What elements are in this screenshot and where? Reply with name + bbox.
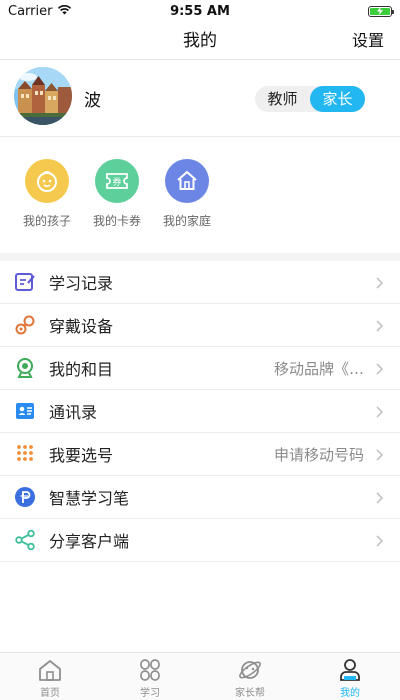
- child-face-icon: [25, 159, 69, 203]
- carrier-label: Carrier: [8, 3, 53, 19]
- dial-pad-icon: [14, 443, 36, 465]
- status-bar: Carrier 9:55 AM: [0, 0, 400, 22]
- chevron-right-icon: [372, 361, 386, 375]
- edit-note-icon: [14, 271, 36, 293]
- menu-item-share-app[interactable]: 分享客户端: [0, 519, 400, 562]
- role-switch[interactable]: 教师 家长: [255, 86, 365, 112]
- tab-label: 首页: [40, 688, 60, 699]
- page-title: 我的: [183, 31, 217, 51]
- smart-pen-icon: [14, 486, 36, 508]
- my-children-button[interactable]: 我的孩子: [12, 159, 82, 229]
- role-parent-option[interactable]: 家长: [310, 86, 365, 112]
- tab-home[interactable]: 首页: [0, 653, 100, 700]
- menu-label: 我要选号: [49, 446, 114, 465]
- wearable-device-icon: [14, 314, 36, 336]
- menu-label: 智慧学习笔: [49, 489, 130, 508]
- wifi-icon: [57, 4, 72, 19]
- avatar[interactable]: [14, 67, 72, 125]
- carrier-group: Carrier: [8, 4, 72, 19]
- menu-item-choose-number[interactable]: 我要选号 申请移动号码: [0, 433, 400, 476]
- tab-label: 学习: [140, 688, 160, 699]
- menu-label: 学习记录: [49, 274, 114, 293]
- tab-bar: 首页 学习 家长帮 我的: [0, 652, 400, 700]
- tab-mine[interactable]: 我的: [300, 653, 400, 700]
- chevron-right-icon: [372, 447, 386, 461]
- settings-button[interactable]: 设置: [352, 22, 384, 60]
- tab-study[interactable]: 学习: [100, 653, 200, 700]
- tab-label: 我的: [340, 688, 360, 699]
- menu-value: 申请移动号码: [273, 445, 364, 464]
- nav-bar: 我的 设置: [0, 22, 400, 60]
- menu-label: 通讯录: [49, 403, 98, 422]
- menu-label: 穿戴设备: [49, 317, 114, 336]
- menu-list: 学习记录 穿戴设备 我的和目 移动品牌《… 通讯录 我要选号 申请移动号码 智慧…: [0, 261, 400, 562]
- tab-label: 家长帮: [235, 688, 265, 699]
- chevron-right-icon: [372, 318, 386, 332]
- chevron-right-icon: [372, 275, 386, 289]
- menu-item-wearables[interactable]: 穿戴设备: [0, 304, 400, 347]
- menu-item-study-records[interactable]: 学习记录: [0, 261, 400, 304]
- home-icon: [165, 159, 209, 203]
- my-coupons-label: 我的卡券: [92, 214, 141, 228]
- chevron-right-icon: [372, 533, 386, 547]
- svg-text:券: 券: [112, 176, 121, 188]
- coupon-icon: 券: [95, 159, 139, 203]
- chevron-right-icon: [372, 490, 386, 504]
- role-teacher-option[interactable]: 教师: [255, 86, 310, 112]
- battery-charging-icon: [368, 5, 394, 17]
- tab-parent-help[interactable]: 家长帮: [200, 653, 300, 700]
- menu-item-my-camera[interactable]: 我的和目 移动品牌《…: [0, 347, 400, 390]
- clover-icon: [136, 657, 164, 683]
- webcam-icon: [14, 357, 36, 379]
- menu-item-smart-pen[interactable]: 智慧学习笔: [0, 476, 400, 519]
- menu-label: 我的和目: [49, 360, 114, 379]
- menu-label: 分享客户端: [49, 532, 130, 551]
- menu-value: 移动品牌《…: [273, 359, 364, 378]
- chevron-right-icon: [372, 404, 386, 418]
- share-icon: [14, 529, 36, 551]
- menu-item-contacts[interactable]: 通讯录: [0, 390, 400, 433]
- profile-icon: [336, 657, 364, 683]
- section-divider: [0, 253, 400, 261]
- planet-icon: [236, 657, 264, 683]
- home-outline-icon: [36, 657, 64, 683]
- user-name: 波: [84, 91, 101, 111]
- contacts-icon: [14, 400, 36, 422]
- profile-header: 波 教师 家长: [0, 60, 400, 137]
- my-family-button[interactable]: 我的家庭: [152, 159, 222, 229]
- my-children-label: 我的孩子: [22, 214, 71, 228]
- my-family-label: 我的家庭: [162, 214, 211, 228]
- my-coupons-button[interactable]: 券 我的卡券: [82, 159, 152, 229]
- quick-actions: 我的孩子 券 我的卡券 我的家庭: [0, 137, 400, 253]
